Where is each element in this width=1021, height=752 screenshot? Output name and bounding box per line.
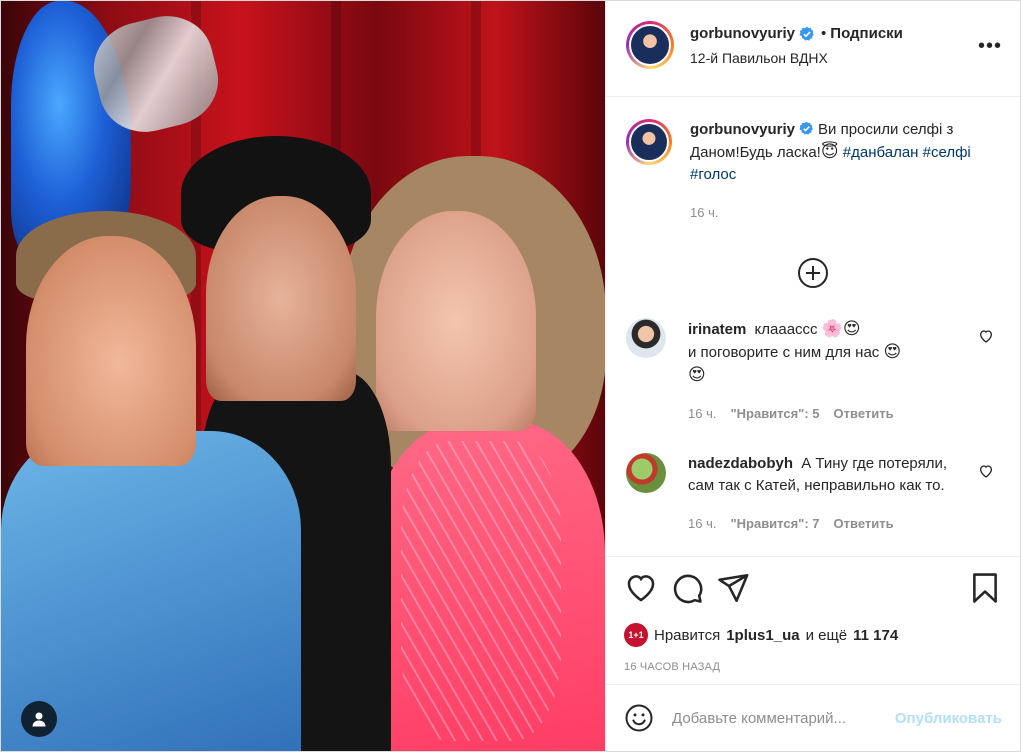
heart-eyes-emoji: 😍	[688, 365, 706, 385]
liker-username[interactable]: 1plus1_ua	[726, 627, 799, 644]
comments-list[interactable]: gorbunovyuriy Ви просили селфі з Даном!Б…	[606, 97, 1020, 542]
hashtag-link[interactable]: #селфі	[923, 144, 971, 161]
flower-emoji: 🌸	[821, 319, 843, 339]
comment-likes-count[interactable]: "Нравится": 7	[730, 513, 819, 535]
middle-man-face	[206, 196, 356, 401]
commenter-avatar[interactable]	[626, 453, 666, 493]
hashtag-link[interactable]: #голос	[690, 166, 736, 183]
likes-summary: 1+1 Нравится 1plus1_ua и ещё 11 174	[624, 623, 1002, 647]
comment-text: клаааccс	[754, 321, 818, 338]
like-heart-icon[interactable]	[624, 571, 658, 605]
post-photo[interactable]	[1, 1, 605, 751]
publish-button[interactable]: Опубликовать	[895, 710, 1002, 727]
post-header: gorbunovyuriy • Подписки 12-й Павильон В…	[606, 1, 1020, 97]
commenter-avatar[interactable]	[626, 318, 666, 358]
comment-text-line2: и поговорите с ним для нас	[688, 344, 880, 361]
comment-likes-count[interactable]: "Нравится": 5	[730, 403, 819, 425]
add-comment-bar: Опубликовать	[606, 684, 1020, 751]
likes-middle: и ещё	[805, 626, 848, 644]
tagged-users-button[interactable]	[21, 701, 57, 737]
heart-eyes-emoji: 😍	[842, 319, 861, 339]
woman-face	[376, 211, 536, 431]
post-timestamp[interactable]: 16 ЧАСОВ НАЗАД	[624, 661, 1002, 673]
post-caption: gorbunovyuriy Ви просили селфі з Даном!Б…	[626, 97, 1000, 224]
verified-badge-icon	[799, 121, 813, 135]
plus-circle-icon[interactable]	[798, 258, 828, 288]
verified-badge-icon	[799, 26, 814, 41]
commenter-username[interactable]: irinatem	[688, 321, 746, 338]
reply-button[interactable]: Ответить	[834, 513, 894, 535]
caption-author-avatar[interactable]	[626, 119, 672, 165]
more-options-button[interactable]: •••	[978, 36, 1002, 56]
comment-input[interactable]	[672, 709, 895, 727]
reply-button[interactable]: Ответить	[834, 403, 894, 425]
user-icon	[32, 712, 46, 727]
emoji-smiley-icon[interactable]	[624, 703, 654, 733]
hashtag-link[interactable]: #данбалан	[843, 144, 919, 161]
comment-time[interactable]: 16 ч.	[688, 403, 716, 425]
author-avatar[interactable]	[626, 21, 674, 69]
heart-icon[interactable]	[978, 463, 994, 479]
left-man-face	[26, 236, 196, 466]
comment-item: nadezdabobyh А Тину где потеряли, сам та…	[626, 453, 1000, 535]
load-more-comments[interactable]	[626, 258, 1000, 288]
likes-prefix: Нравится	[654, 626, 721, 644]
instagram-post: gorbunovyuriy • Подписки 12-й Павильон В…	[0, 0, 1021, 752]
smiling-halo-emoji: 😇	[820, 142, 839, 162]
likes-count[interactable]: 11 174	[853, 627, 898, 644]
comment-bubble-icon[interactable]	[670, 571, 704, 605]
post-location[interactable]: 12-й Павильон ВДНХ	[690, 50, 903, 66]
comment-time[interactable]: 16 ч.	[688, 513, 716, 535]
header-separator: •	[821, 25, 827, 42]
comment-item: irinatem клаааccс 🌸😍 и поговорите с ним …	[626, 318, 1000, 425]
post-actions: 1+1 Нравится 1plus1_ua и ещё 11 174 16 Ч…	[606, 556, 1020, 673]
following-button[interactable]: Подписки	[830, 25, 903, 42]
heart-eyes-emoji: 😍	[883, 342, 902, 362]
caption-username[interactable]: gorbunovyuriy	[690, 121, 795, 138]
liker-avatar[interactable]: 1+1	[624, 623, 648, 647]
post-side-panel: gorbunovyuriy • Подписки 12-й Павильон В…	[605, 1, 1020, 751]
heart-icon[interactable]	[978, 328, 994, 344]
caption-time[interactable]: 16 ч.	[690, 202, 718, 224]
dress-sparkles	[401, 441, 561, 741]
bookmark-icon[interactable]	[968, 571, 1002, 605]
commenter-username[interactable]: nadezdabobyh	[688, 455, 793, 472]
share-send-icon[interactable]	[716, 571, 750, 605]
author-username[interactable]: gorbunovyuriy	[690, 25, 795, 42]
